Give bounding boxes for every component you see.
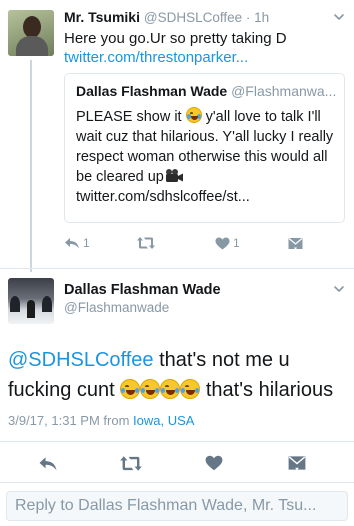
like-button[interactable] xyxy=(205,455,223,476)
quoted-tweet-text: PLEASE show it y'all love to talk I'll w… xyxy=(76,107,338,207)
heart-icon xyxy=(215,237,230,249)
thread-line xyxy=(30,60,32,272)
reply-button[interactable] xyxy=(38,455,58,477)
tweet-actions: 1 1 xyxy=(64,233,346,253)
avatar[interactable] xyxy=(8,10,54,56)
tears-of-joy-emoji xyxy=(185,107,202,123)
divider xyxy=(0,268,354,269)
chevron-down-icon[interactable] xyxy=(332,10,346,24)
tweet-text-line: Here you go.Ur so pretty taking D xyxy=(64,30,287,47)
quoted-text-part1: PLEASE show it xyxy=(76,109,186,125)
retweet-button[interactable] xyxy=(119,455,143,477)
quoted-tweet[interactable]: Dallas Flashman Wade @Flashmanwa... PLEA… xyxy=(64,73,345,223)
retweet-icon xyxy=(137,237,155,249)
avatar-tree xyxy=(10,296,20,312)
tweet-text-part2: that's hilarious xyxy=(200,379,334,401)
tweet-link[interactable]: twitter.com/threstonparker... xyxy=(64,48,344,67)
author-handle[interactable]: @Flashmanwade xyxy=(64,300,169,315)
reply-icon xyxy=(39,457,57,471)
tears-of-joy-emoji xyxy=(140,379,161,399)
avatar-head xyxy=(23,16,41,38)
divider xyxy=(0,441,354,442)
retweet-button[interactable] xyxy=(136,233,156,253)
direct-message-button[interactable] xyxy=(288,455,306,476)
mention-link[interactable]: @SDHSLCoffee xyxy=(8,349,154,371)
reply-placeholder: Reply to Dallas Flashman Wade, Mr. Tsu..… xyxy=(15,497,317,514)
like-count: 1 xyxy=(233,236,240,250)
avatar-person xyxy=(27,300,35,318)
tweet-meta: 3/9/17, 1:31 PM from Iowa, USA xyxy=(8,413,194,428)
reply-input[interactable]: Reply to Dallas Flashman Wade, Mr. Tsu..… xyxy=(6,491,348,521)
avatar-tree xyxy=(42,296,52,312)
timestamp: 3/9/17, 1:31 PM from xyxy=(8,413,134,428)
tweet-header: Mr. Tsumiki @SDHSLCoffee · 1h xyxy=(64,9,269,25)
movie-camera-emoji xyxy=(165,169,183,182)
tears-of-joy-emoji xyxy=(160,379,181,399)
author-handle-time: @SDHSLCoffee · 1h xyxy=(143,10,270,25)
reply-icon xyxy=(65,238,79,249)
reply-count: 1 xyxy=(83,236,90,250)
retweet-icon xyxy=(120,456,142,471)
direct-message-button[interactable] xyxy=(288,233,303,253)
tweet-mr-tsumiki[interactable]: Mr. Tsumiki @SDHSLCoffee · 1h Here you g… xyxy=(0,0,354,272)
location-link[interactable]: Iowa, USA xyxy=(133,413,194,428)
like-button[interactable]: 1 xyxy=(215,233,240,253)
direct-message-icon xyxy=(288,237,303,250)
direct-message-icon xyxy=(288,456,306,471)
quoted-tweet-link[interactable]: twitter.com/sdhslcoffee/st... xyxy=(76,189,250,205)
tears-of-joy-emoji xyxy=(180,379,201,399)
quoted-author-name: Dallas Flashman Wade xyxy=(76,83,228,99)
avatar-body xyxy=(16,36,48,56)
reply-button[interactable]: 1 xyxy=(64,233,90,253)
avatar[interactable] xyxy=(8,278,54,324)
author-name[interactable]: Dallas Flashman Wade xyxy=(64,282,221,298)
quoted-tweet-header: Dallas Flashman Wade @Flashmanwa... xyxy=(76,83,338,99)
heart-icon xyxy=(205,455,223,471)
author-name[interactable]: Mr. Tsumiki xyxy=(64,9,140,25)
tweet-text: @SDHSLCoffee that's not me u fucking cun… xyxy=(8,345,348,405)
tweet-actions xyxy=(0,452,354,476)
divider xyxy=(0,482,354,483)
tears-of-joy-emoji xyxy=(120,379,141,399)
chevron-down-icon[interactable] xyxy=(332,282,346,296)
quoted-author-handle: @Flashmanwa... xyxy=(231,83,337,99)
tweet-text: Here you go.Ur so pretty taking D twitte… xyxy=(64,29,344,67)
